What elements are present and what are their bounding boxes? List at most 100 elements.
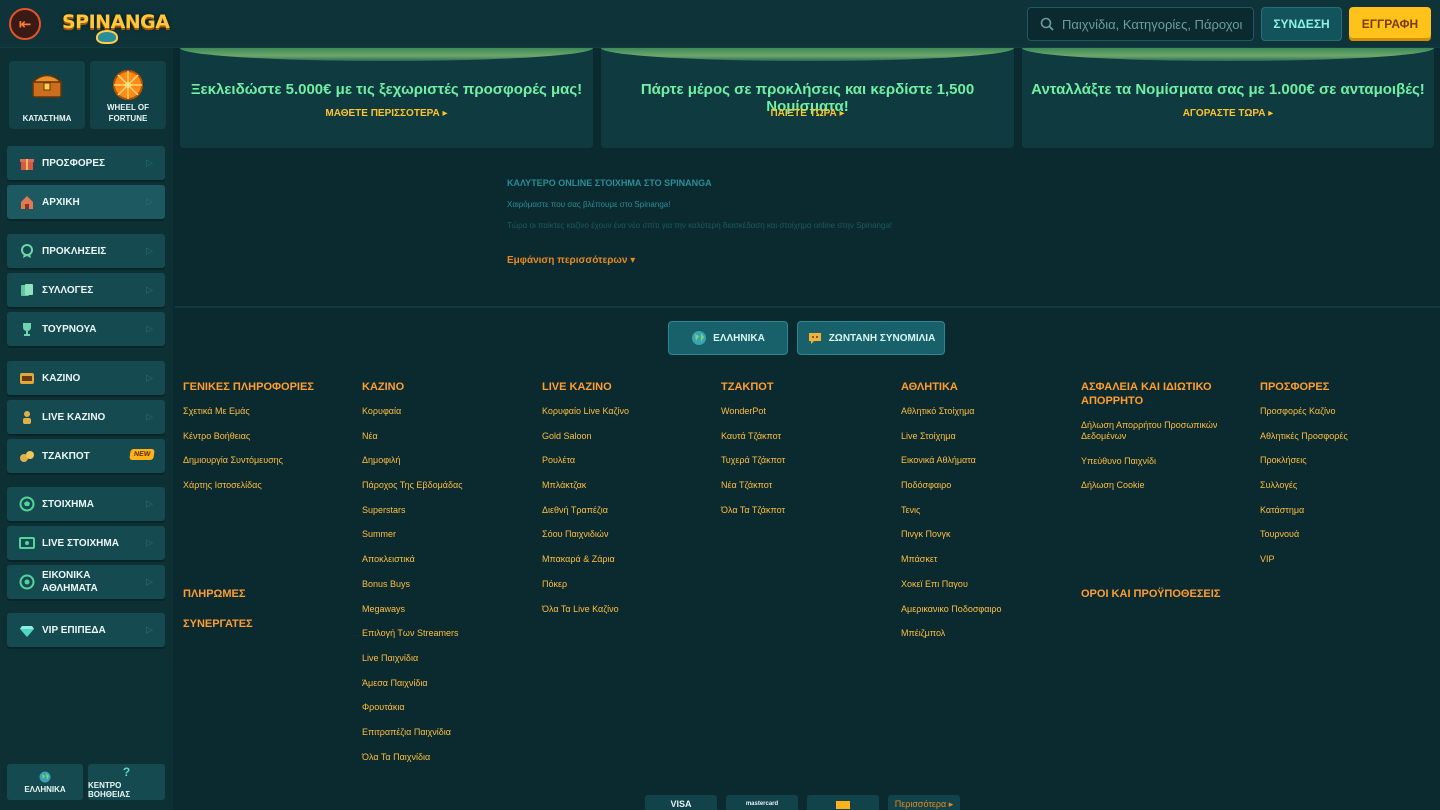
sidebar-item-live-betting[interactable]: LIVE ΣΤΟΙΧΗΜΑ ▷ — [7, 526, 165, 560]
footer-link[interactable]: Χοκεϊ Επι Παγου — [901, 579, 1071, 590]
footer-link[interactable]: Υπεύθυνο Παιχνίδι — [1081, 456, 1241, 467]
footer-link[interactable]: Τυχερά Τζάκποτ — [721, 455, 891, 466]
sidebar-item-sports-betting[interactable]: ΣΤΟΙΧΗΜΑ ▷ — [7, 487, 165, 521]
footer-column-live-casino: LIVE ΚΑΖΙΝΟ Κορυφαίο Live Καζίνο Gold Sa… — [542, 380, 712, 628]
footer-link[interactable]: Τενις — [901, 505, 1071, 516]
footer-link[interactable]: Επιτραπέζια Παιχνίδια — [362, 727, 532, 738]
footer-link[interactable]: Gold Saloon — [542, 431, 712, 442]
login-button[interactable]: ΣΥΝΔΕΣΗ — [1261, 7, 1342, 41]
footer-link[interactable]: Superstars — [362, 505, 532, 516]
sidebar-item-tournaments[interactable]: ΤΟΥΡΝΟΥΑ ▷ — [7, 312, 165, 346]
footer-link[interactable]: VIP — [1260, 554, 1430, 565]
footer-link[interactable]: Όλα Τα Τζάκποτ — [721, 505, 891, 516]
sidebar-item-live-casino[interactable]: LIVE ΚΑΖΙΝΟ ▷ — [7, 400, 165, 434]
footer-link[interactable]: Όλα Τα Παιχνίδια — [362, 752, 532, 763]
register-button[interactable]: ΕΓΓΡΑΦΗ — [1349, 7, 1431, 41]
footer-link[interactable]: Δημιουργία Συντόμευσης — [183, 455, 353, 466]
promo-link[interactable]: ΠΑΙΞΤΕ ΤΩΡΑ ▸ — [601, 108, 1014, 119]
language-button[interactable]: ΕΛΛΗΝΙΚΑ — [7, 764, 83, 800]
footer-link[interactable]: Live Παιχνίδια — [362, 653, 532, 664]
sidebar-item-label: ΠΡΟΚΛΗΣΕΙΣ — [42, 245, 107, 257]
footer-link[interactable]: Δήλωση Απορρήτου Προσωπικών Δεδομένων — [1081, 420, 1231, 442]
search-input[interactable] — [1062, 16, 1247, 32]
promo-card[interactable]: Ξεκλειδώστε 5.000€ με τις ξεχωριστές προ… — [180, 48, 593, 148]
footer-link[interactable]: Τουρνουά — [1260, 529, 1430, 540]
footer-link[interactable]: WonderPot — [721, 406, 891, 417]
search-box[interactable] — [1027, 7, 1254, 41]
wheel-of-fortune-tile[interactable]: WHEEL OF FORTUNE — [90, 61, 166, 129]
mastercard-logo[interactable]: mastercard — [726, 795, 798, 810]
help-label: ΚΕΝΤΡΟ ΒΟΗΘΕΙΑΣ — [88, 781, 131, 799]
footer-link[interactable]: Σχετικά Με Εμάς — [183, 406, 353, 417]
shop-tile[interactable]: ΚΑΤΑΣΤΗΜΑ — [9, 61, 85, 129]
footer-language-button[interactable]: ΕΛΛΗΝΙΚΑ — [668, 321, 788, 355]
footer-link[interactable]: Bonus Buys — [362, 579, 532, 590]
sidebar-item-challenges[interactable]: ΠΡΟΚΛΗΣΕΙΣ ▷ — [7, 234, 165, 268]
terms-heading[interactable]: ΟΡΟΙ ΚΑΙ ΠΡΟΫΠΟΘΕΣΕΙΣ — [1081, 588, 1220, 600]
footer-link[interactable]: Μπλάκτζακ — [542, 480, 712, 491]
wallet-logo[interactable] — [807, 795, 879, 810]
payments-heading[interactable]: ΠΛΗΡΩΜΕΣ — [183, 588, 245, 600]
footer-link[interactable]: Νέα Τζάκποτ — [721, 480, 891, 491]
sidebar-item-virtual-sports[interactable]: ΕΙΚΟΝΙΚΑ ΑΘΛΗΜΑΤΑ ▷ — [7, 565, 165, 599]
sidebar-item-label: ΤΖΑΚΠΟΤ — [42, 450, 90, 462]
footer-link[interactable]: Κέντρο Βοήθειας — [183, 431, 353, 442]
footer-link[interactable]: Summer — [362, 529, 532, 540]
footer-link[interactable]: Πόκερ — [542, 579, 712, 590]
footer-link[interactable]: Ρουλέτα — [542, 455, 712, 466]
help-center-button[interactable]: ? ΚΕΝΤΡΟ ΒΟΗΘΕΙΑΣ — [88, 764, 165, 800]
footer-link[interactable]: Κορυφαία — [362, 406, 532, 417]
footer-link[interactable]: Αποκλειστικά — [362, 554, 532, 565]
footer-link[interactable]: Προκλήσεις — [1260, 455, 1430, 466]
footer-link[interactable]: Όλα Τα Live Καζίνο — [542, 604, 712, 615]
footer-link[interactable]: Αθλητικές Προσφορές — [1260, 431, 1430, 442]
footer-link[interactable]: Διεθνή Τραπέζια — [542, 505, 712, 516]
partners-heading[interactable]: ΣΥΝΕΡΓΑΤΕΣ — [183, 618, 253, 630]
promo-card[interactable]: Πάρτε μέρος σε προκλήσεις και κερδίστε 1… — [601, 48, 1014, 148]
sidebar-item-casino[interactable]: ΚΑΖΙΝΟ ▷ — [7, 361, 165, 395]
footer-link[interactable]: Αθλητικό Στοίχημα — [901, 406, 1071, 417]
footer-link[interactable]: Εικονικά Αθλήματα — [901, 455, 1071, 466]
logo[interactable]: SPINANGA — [62, 8, 170, 44]
menu-toggle-button[interactable]: ⇤ — [9, 8, 41, 40]
footer-link[interactable]: Δήλωση Cookie — [1081, 480, 1241, 491]
footer-link[interactable]: Μπακαρά & Ζάρια — [542, 554, 712, 565]
live-chat-button[interactable]: ΖΩΝΤΑΝΗ ΣΥΝΟΜΙΛΙΑ — [797, 321, 945, 355]
footer-link[interactable]: Αμερικανικο Ποδοσφαιρο — [901, 604, 1071, 615]
visa-logo[interactable]: VISA — [645, 795, 717, 810]
footer-link[interactable]: Φρουτάκια — [362, 702, 532, 713]
sidebar-item-collections[interactable]: ΣΥΛΛΟΓΕΣ ▷ — [7, 273, 165, 307]
chat-icon — [808, 333, 821, 344]
show-more-link[interactable]: Εμφάνιση περισσότερων ▾ — [507, 255, 1107, 266]
promo-card[interactable]: Ανταλλάξτε τα Νομίσματα σας με 1.000€ σε… — [1022, 48, 1434, 148]
footer-link[interactable]: Μπάσκετ — [901, 554, 1071, 565]
footer-link[interactable]: Προσφορές Καζίνο — [1260, 406, 1430, 417]
chevron-right-icon: ▷ — [146, 624, 153, 635]
footer-link[interactable]: Σόου Παιχνιδιών — [542, 529, 712, 540]
footer-link[interactable]: Χάρτης Ιστοσελίδας — [183, 480, 353, 491]
footer-link[interactable]: Κατάστημα — [1260, 505, 1430, 516]
footer-link[interactable]: Live Στοίχημα — [901, 431, 1071, 442]
footer-link[interactable]: Πάροχος Της Εβδομάδας — [362, 480, 532, 491]
promo-link[interactable]: ΜΑΘΕΤΕ ΠΕΡΙΣΣΟΤΕΡΑ ▸ — [180, 108, 593, 119]
sidebar-item-home[interactable]: ΑΡΧΙΚΗ ▷ — [7, 185, 165, 219]
sidebar: ΚΑΤΑΣΤΗΜΑ WHEEL OF FORTUNE ΠΡΟΣΦΟΡΕΣ ▷ Α… — [0, 48, 173, 810]
sidebar-item-jackpot[interactable]: ΤΖΑΚΠΟΤ NEW — [7, 439, 165, 473]
sidebar-item-vip[interactable]: VIP ΕΠΙΠΕΔΑ ▷ — [7, 613, 165, 647]
footer-link[interactable]: Επιλογή Των Streamers — [362, 628, 532, 639]
footer-link[interactable]: Πινγκ Πονγκ — [901, 529, 1071, 540]
more-payments-link[interactable]: Περισσότερα ▸ — [888, 795, 960, 810]
footer-link[interactable]: Συλλογές — [1260, 480, 1430, 491]
sidebar-item-promotions[interactable]: ΠΡΟΣΦΟΡΕΣ ▷ — [7, 146, 165, 180]
footer-link[interactable]: Άμεσα Παιχνίδια — [362, 678, 532, 689]
promo-title: Ανταλλάξτε τα Νομίσματα σας με 1.000€ σε… — [1031, 81, 1425, 98]
sidebar-item-label: VIP ΕΠΙΠΕΔΑ — [42, 624, 106, 636]
footer-link[interactable]: Ποδόσφαιρο — [901, 480, 1071, 491]
footer-link[interactable]: Καυτά Τζάκποτ — [721, 431, 891, 442]
footer-link[interactable]: Megaways — [362, 604, 532, 615]
promo-link[interactable]: ΑΓΟΡΑΣΤΕ ΤΩΡΑ ▸ — [1022, 108, 1434, 119]
footer-link[interactable]: Κορυφαίο Live Καζίνο — [542, 406, 712, 417]
footer-link[interactable]: Νέα — [362, 431, 532, 442]
footer-link[interactable]: Δημοφιλή — [362, 455, 532, 466]
footer-link[interactable]: Μπέιζμπολ — [901, 628, 1071, 639]
